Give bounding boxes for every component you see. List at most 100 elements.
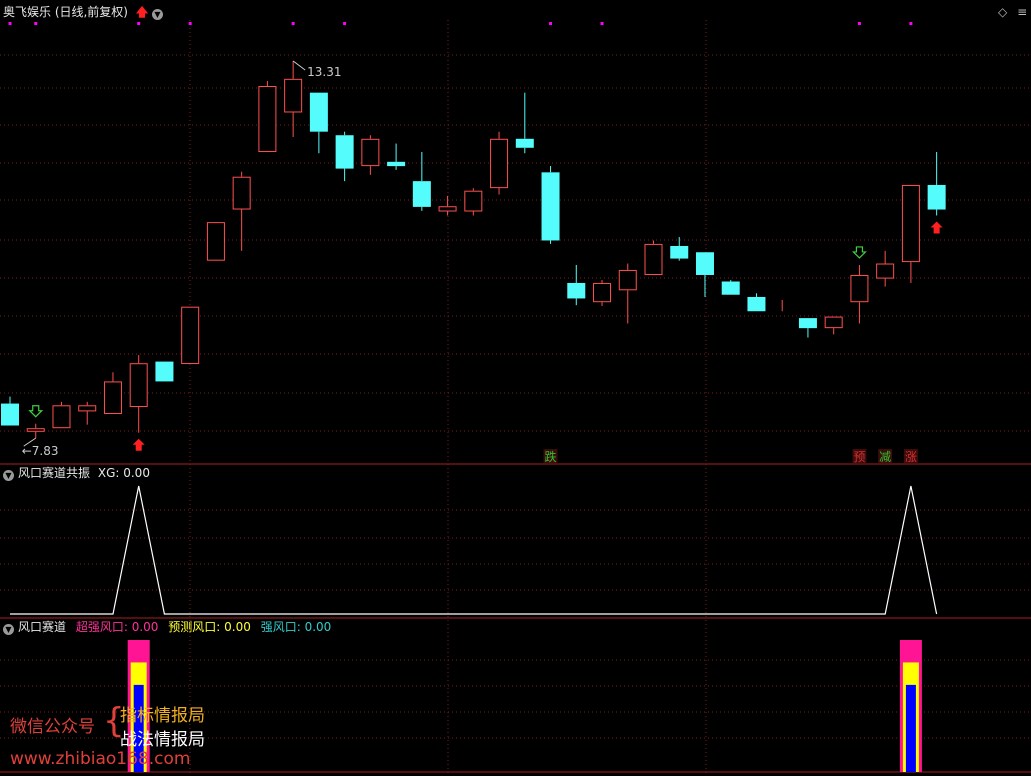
candle-body [850, 274, 869, 303]
candle [52, 401, 71, 429]
panel2-header: ▼ 风口赛道共振 XG: 0.00 [3, 466, 150, 481]
candle-body [515, 138, 534, 148]
high-label: 13.31 [307, 65, 341, 79]
predict-label: 预测风口: [168, 620, 221, 634]
low-label: ←7.83 [22, 444, 59, 458]
candle-body [78, 405, 97, 412]
menu-icon[interactable]: ≡ [1017, 5, 1027, 19]
candle [618, 263, 637, 324]
signal-mark [137, 22, 141, 25]
candle [438, 195, 457, 216]
dropdown-icon[interactable]: ▼ [3, 470, 14, 481]
panel2-name: 风口赛道共振 [18, 466, 91, 480]
candle [927, 152, 946, 216]
signal-label: 涨 [905, 449, 917, 464]
main-header: 奥飞娱乐 (日线,前复权) 🡅 ▼ [3, 5, 167, 20]
candle-body [206, 222, 225, 261]
high-pointer [292, 60, 306, 71]
down-arrow-icon [28, 405, 44, 418]
candle [129, 355, 148, 433]
candle [824, 316, 843, 335]
candle [78, 401, 97, 425]
candle [901, 184, 920, 283]
dropdown-icon[interactable]: ▼ [3, 624, 14, 635]
signal-mark [857, 22, 861, 25]
candle-body [901, 184, 920, 263]
candle-body [361, 138, 380, 167]
candle-body [876, 263, 895, 279]
candle [695, 252, 714, 297]
signal-label: 减 [879, 450, 891, 464]
stock-chart[interactable]: 13.31 ←7.83 跌 预减涨 [0, 0, 1031, 776]
strong-label: 强风口: [260, 620, 301, 634]
candle [232, 171, 251, 251]
candle [1, 396, 19, 426]
candle-body [490, 138, 509, 189]
xg-value: 0.00 [123, 466, 150, 480]
candle-body [695, 252, 714, 275]
diamond-icon[interactable]: ◇ [998, 5, 1007, 19]
predict-value: 0.00 [224, 620, 251, 634]
up-arrow-icon: 🡅 [135, 5, 149, 19]
candle-body [52, 405, 71, 429]
candle-body [541, 172, 560, 241]
candle-body [284, 78, 303, 113]
dropdown-icon[interactable]: ▼ [152, 9, 163, 20]
candle [155, 361, 174, 382]
candle-body [644, 243, 663, 275]
up-arrow-icon [930, 221, 943, 234]
candle [284, 60, 303, 138]
candle [490, 131, 509, 195]
candle [850, 264, 869, 324]
signal-mark [8, 22, 12, 25]
candle [798, 318, 817, 338]
signal-mark [291, 22, 295, 25]
candle-body [232, 176, 251, 210]
candle [721, 280, 740, 295]
candle [515, 92, 534, 154]
signal-label: 跌 [545, 449, 557, 464]
candle-body [1, 403, 19, 426]
down-arrow-icon [851, 246, 867, 259]
candle [258, 81, 277, 153]
candle-body [927, 184, 946, 210]
candle [361, 135, 380, 175]
window-controls: ◇ ≡ [998, 5, 1027, 19]
candle [103, 372, 122, 415]
candle-body [721, 281, 740, 295]
candle-body [824, 316, 843, 329]
candle [206, 222, 225, 261]
superstrong-value: 0.00 [131, 620, 159, 634]
signal-bar [905, 684, 916, 772]
candle [335, 131, 354, 182]
stock-title: 奥飞娱乐 (日线,前复权) [3, 5, 128, 19]
candle-body [335, 135, 354, 169]
candle [593, 280, 612, 306]
candle-body [438, 206, 457, 212]
candle [670, 237, 689, 261]
candle-body [387, 161, 406, 167]
candle-body [670, 245, 689, 259]
candle-body [464, 190, 483, 212]
candle-body [567, 282, 586, 299]
candle [876, 250, 895, 287]
watermark-line2: 战法情报局 [120, 730, 205, 750]
candle [26, 423, 45, 439]
signal-mark [343, 22, 347, 25]
candle [747, 293, 766, 312]
strong-value: 0.00 [304, 620, 332, 634]
candle [644, 240, 663, 275]
candle-body [26, 428, 45, 432]
candle-body [181, 306, 200, 365]
candle [181, 306, 200, 365]
candle [309, 92, 328, 154]
xg-label: XG: [97, 466, 120, 480]
watermark-url: www.zhibiao168.com [10, 749, 191, 769]
signal-mark [600, 22, 604, 25]
watermark-left: 微信公众号 [10, 717, 95, 737]
watermark-line1: 指标情报局 [120, 706, 205, 726]
superstrong-label: 超强风口: [75, 620, 128, 634]
signal-mark [188, 22, 192, 25]
panel3-header: ▼ 风口赛道 超强风口: 0.00 预测风口: 0.00 强风口: 0.00 [3, 620, 331, 635]
candle-body [155, 361, 174, 382]
